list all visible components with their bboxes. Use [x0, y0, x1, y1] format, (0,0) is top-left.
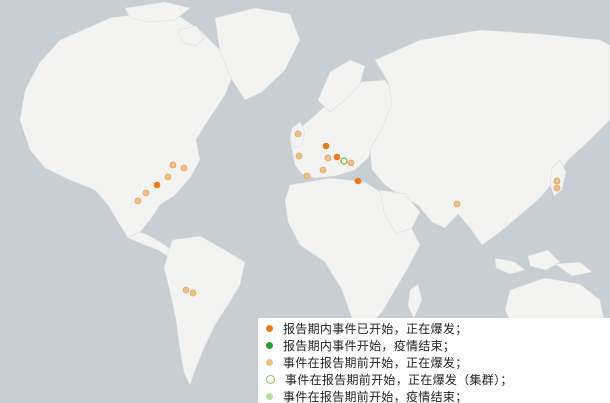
- marker-started-active[interactable]: [333, 153, 341, 161]
- marker-prior-active[interactable]: [142, 189, 150, 197]
- legend-item-started-ended: 报告期内事件开始，疫情结束；: [266, 337, 455, 354]
- marker-prior-active[interactable]: [295, 152, 303, 160]
- legend-label: 事件在报告期前开始，疫情结束；: [283, 390, 468, 403]
- map-view[interactable]: 报告期内事件已开始，正在爆发； 报告期内事件开始，疫情结束； 事件在报告期前开始…: [0, 0, 610, 403]
- legend-item-prior-cluster: 事件在报告期前开始，正在爆发（集群）；: [266, 371, 513, 388]
- light-orange-dot-icon: [266, 359, 273, 366]
- legend-label: 报告期内事件开始，疫情结束；: [283, 339, 456, 353]
- marker-prior-active[interactable]: [169, 161, 177, 169]
- marker-prior-active[interactable]: [553, 177, 561, 185]
- marker-prior-active[interactable]: [182, 286, 190, 294]
- green-dot-icon: [266, 342, 273, 349]
- marker-prior-active[interactable]: [303, 172, 311, 180]
- marker-prior-active[interactable]: [347, 159, 355, 167]
- marker-prior-cluster[interactable]: [340, 157, 348, 165]
- legend-item-started-active: 报告期内事件已开始，正在爆发；: [266, 320, 468, 337]
- marker-prior-active[interactable]: [189, 289, 197, 297]
- map-legend: 报告期内事件已开始，正在爆发； 报告期内事件开始，疫情结束； 事件在报告期前开始…: [258, 318, 610, 403]
- legend-label: 事件在报告期前开始，正在爆发；: [283, 356, 468, 370]
- orange-dot-icon: [266, 325, 273, 332]
- marker-prior-active[interactable]: [164, 173, 172, 181]
- marker-prior-active[interactable]: [319, 166, 327, 174]
- legend-label: 事件在报告期前开始，正在爆发（集群）；: [285, 373, 513, 387]
- green-ring-icon: [266, 375, 275, 384]
- marker-started-active[interactable]: [322, 142, 330, 150]
- marker-prior-active[interactable]: [134, 197, 142, 205]
- legend-item-prior-active: 事件在报告期前开始，正在爆发；: [266, 354, 468, 371]
- marker-prior-active[interactable]: [324, 154, 332, 162]
- legend-item-prior-ended: 事件在报告期前开始，疫情结束；: [266, 388, 468, 403]
- marker-started-active[interactable]: [153, 181, 161, 189]
- marker-prior-active[interactable]: [553, 184, 561, 192]
- marker-prior-active[interactable]: [294, 130, 302, 138]
- legend-label: 报告期内事件已开始，正在爆发；: [283, 322, 468, 336]
- marker-prior-active[interactable]: [180, 164, 188, 172]
- light-green-dot-icon: [266, 393, 273, 400]
- marker-prior-active[interactable]: [453, 200, 461, 208]
- marker-started-active[interactable]: [354, 177, 362, 185]
